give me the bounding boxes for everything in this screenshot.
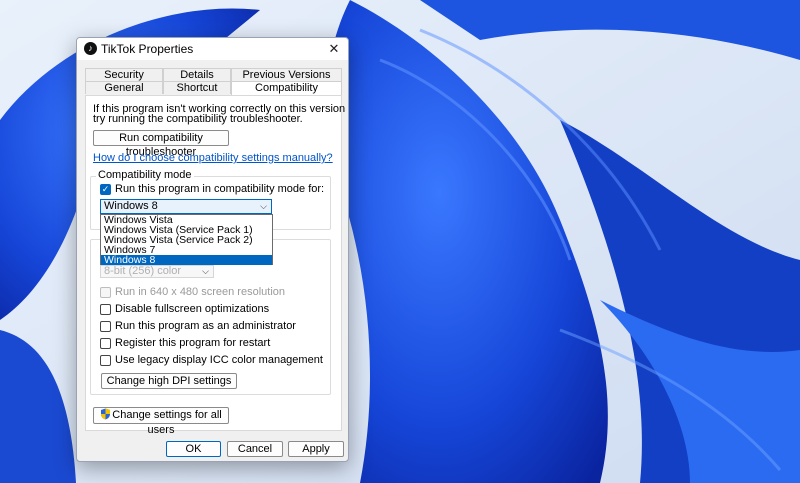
intro-line-2: try running the compatibility troublesho… (93, 113, 303, 125)
close-icon: ✕ (328, 41, 340, 56)
compat-os-select[interactable]: Windows 8 ⌵ (100, 199, 272, 214)
disable-fullscreen-checkbox[interactable] (100, 304, 111, 315)
properties-dialog: ♪ TikTok Properties ✕ Security Details P… (76, 37, 349, 462)
reduced-color-select: 8-bit (256) color ⌵ (100, 265, 214, 278)
disable-fullscreen-label: Disable fullscreen optimizations (115, 303, 270, 315)
close-button[interactable]: ✕ (320, 38, 348, 60)
change-dpi-button[interactable]: Change high DPI settings (101, 373, 237, 389)
uac-shield-icon (101, 408, 111, 420)
tab-shortcut[interactable]: Shortcut (163, 81, 231, 94)
compatibility-mode-label: Compatibility mode (96, 169, 194, 181)
window-title: TikTok Properties (101, 42, 194, 56)
apply-button[interactable]: Apply (288, 441, 344, 457)
chevron-down-icon: ⌵ (202, 266, 209, 276)
tab-compatibility[interactable]: Compatibility (231, 81, 342, 95)
tiktok-icon: ♪ (84, 42, 97, 55)
os-option-windows-8[interactable]: Windows 8 (101, 255, 272, 265)
title-bar[interactable]: ♪ TikTok Properties ✕ (77, 38, 348, 60)
compat-os-selected: Windows 8 (104, 200, 158, 212)
legacy-icc-checkbox[interactable] (100, 355, 111, 366)
register-restart-label: Register this program for restart (115, 337, 271, 349)
compat-mode-checkbox[interactable]: ✓ (100, 184, 111, 195)
cancel-button[interactable]: Cancel (227, 441, 283, 457)
ok-button[interactable]: OK (166, 441, 221, 457)
run-640-checkbox (100, 287, 111, 298)
compat-mode-checkbox-label: Run this program in compatibility mode f… (115, 183, 325, 195)
run-640-label: Run in 640 x 480 screen resolution (115, 286, 285, 298)
change-all-users-label: Change settings for all users (112, 409, 222, 436)
tab-previous-versions[interactable]: Previous Versions (231, 68, 342, 81)
change-all-users-button[interactable]: Change settings for all users (93, 407, 229, 436)
troubleshooter-button[interactable]: Run compatibility troubleshooter (93, 130, 229, 158)
chevron-down-icon: ⌵ (260, 201, 267, 211)
manual-settings-link[interactable]: How do I choose compatibility settings m… (93, 152, 333, 164)
run-as-admin-label: Run this program as an administrator (115, 320, 296, 332)
tab-general[interactable]: General (85, 81, 163, 94)
reduced-color-value: 8-bit (256) color (104, 265, 182, 277)
compat-os-dropdown-list: Windows Vista Windows Vista (Service Pac… (100, 214, 273, 265)
run-as-admin-checkbox[interactable] (100, 321, 111, 332)
checkmark-icon: ✓ (101, 184, 110, 194)
tab-security[interactable]: Security (85, 68, 163, 81)
register-restart-checkbox[interactable] (100, 338, 111, 349)
legacy-icc-label: Use legacy display ICC color management (115, 354, 323, 366)
tab-details[interactable]: Details (163, 68, 231, 81)
compatibility-panel: If this program isn't working correctly … (85, 95, 348, 436)
